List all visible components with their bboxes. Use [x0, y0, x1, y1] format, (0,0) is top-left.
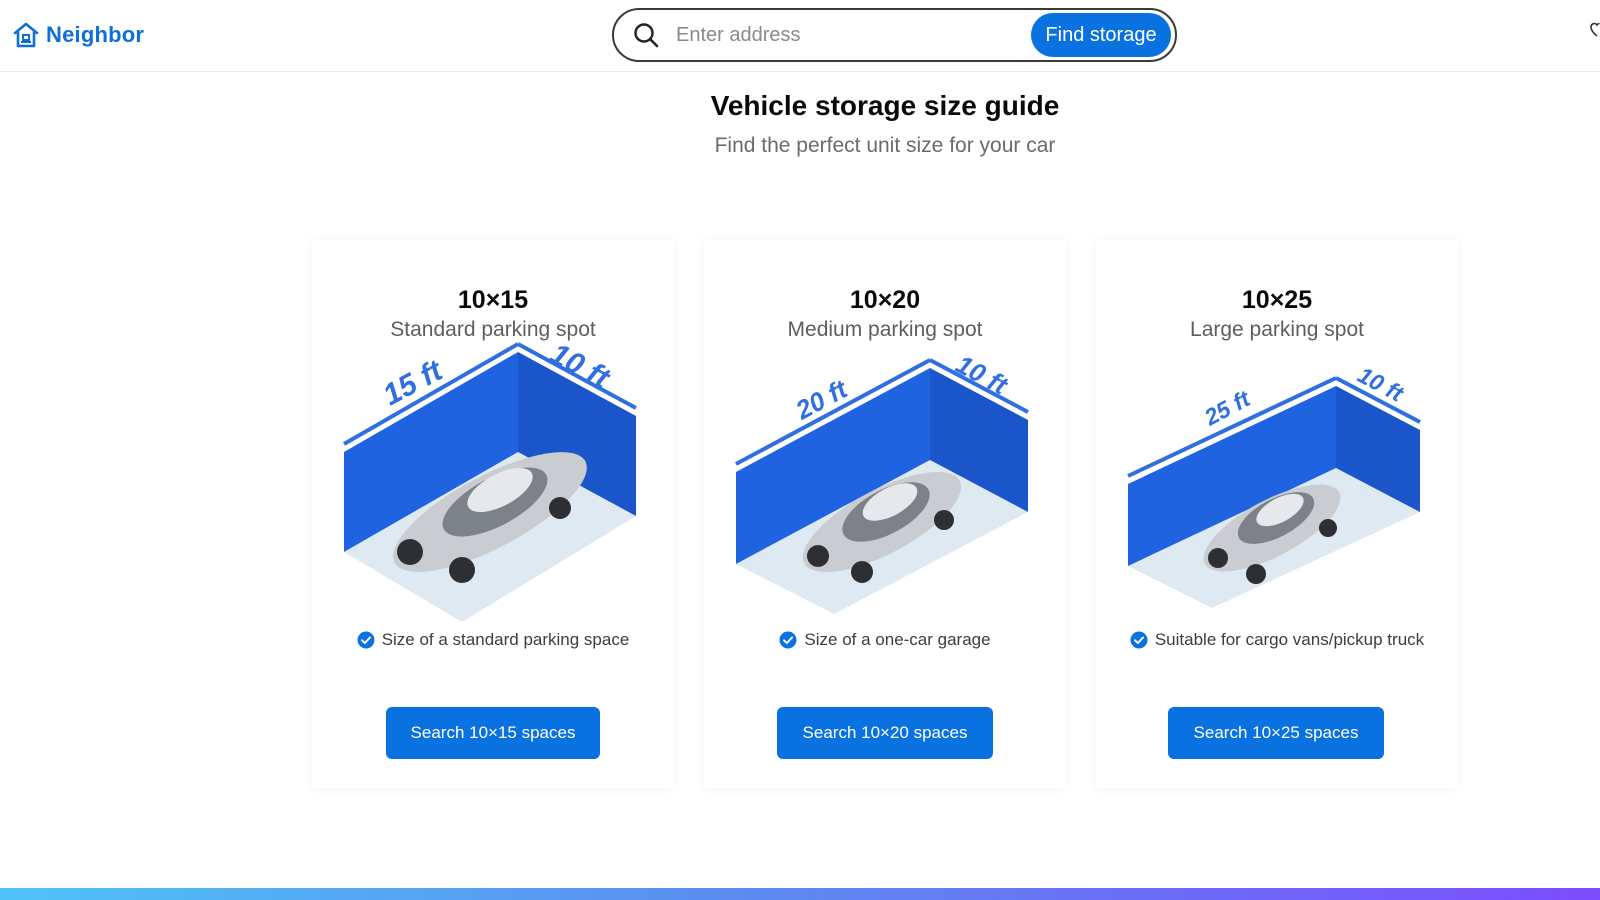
- size-card-10x20: 10×20 Medium parking spot 20 ft 10 ft Si…: [704, 240, 1066, 788]
- size-card-10x15: 10×15 Standard parking spot 15 ft 10 ft …: [312, 240, 674, 788]
- size-card-10x25: 10×25 Large parking spot 25 ft 10 ft Sui…: [1096, 240, 1458, 788]
- check-circle-icon: [779, 631, 797, 649]
- check-circle-icon: [1130, 631, 1148, 649]
- parking-space-illustration: 15 ft 10 ft: [343, 340, 637, 622]
- length-dimension-label: 25 ft: [1199, 385, 1255, 431]
- address-input[interactable]: [676, 15, 1016, 55]
- card-size: 10×15: [457, 286, 529, 314]
- top-header: Neighbor Find storage: [0, 0, 1600, 72]
- parking-space-illustration: 20 ft 10 ft: [735, 349, 1029, 614]
- search-10x15-button[interactable]: Search 10×15 spaces: [386, 707, 600, 759]
- neighbor-logo[interactable]: Neighbor: [12, 18, 144, 52]
- find-storage-button[interactable]: Find storage: [1031, 13, 1171, 57]
- feature-text: Size of a standard parking space: [381, 630, 630, 649]
- search-10x25-button[interactable]: Search 10×25 spaces: [1168, 707, 1384, 759]
- card-description: Medium parking spot: [787, 318, 983, 341]
- card-size: 10×25: [1241, 286, 1313, 314]
- card-description: Standard parking spot: [390, 318, 596, 341]
- search-icon: [634, 23, 659, 48]
- page-subtitle: Find the perfect unit size for your car: [714, 134, 1056, 157]
- card-feature: Suitable for cargo vans/pickup truck: [1096, 630, 1458, 650]
- card-size: 10×20: [849, 286, 921, 314]
- card-feature: Size of a one-car garage: [704, 630, 1066, 650]
- feature-text: Suitable for cargo vans/pickup truck: [1154, 630, 1425, 649]
- feature-text: Size of a one-car garage: [804, 630, 991, 649]
- house-icon: [13, 22, 39, 48]
- card-feature: Size of a standard parking space: [312, 630, 674, 650]
- parking-space-illustration: 25 ft 10 ft: [1127, 361, 1421, 608]
- address-search-bar: Find storage: [612, 8, 1177, 62]
- card-description: Large parking spot: [1190, 318, 1364, 341]
- page-title: Vehicle storage size guide: [710, 90, 1060, 121]
- logo-text: Neighbor: [46, 22, 145, 47]
- heart-icon[interactable]: [1590, 22, 1600, 38]
- check-circle-icon: [357, 631, 375, 649]
- footer-gradient-bar: [0, 888, 1600, 900]
- search-10x20-button[interactable]: Search 10×20 spaces: [777, 707, 993, 759]
